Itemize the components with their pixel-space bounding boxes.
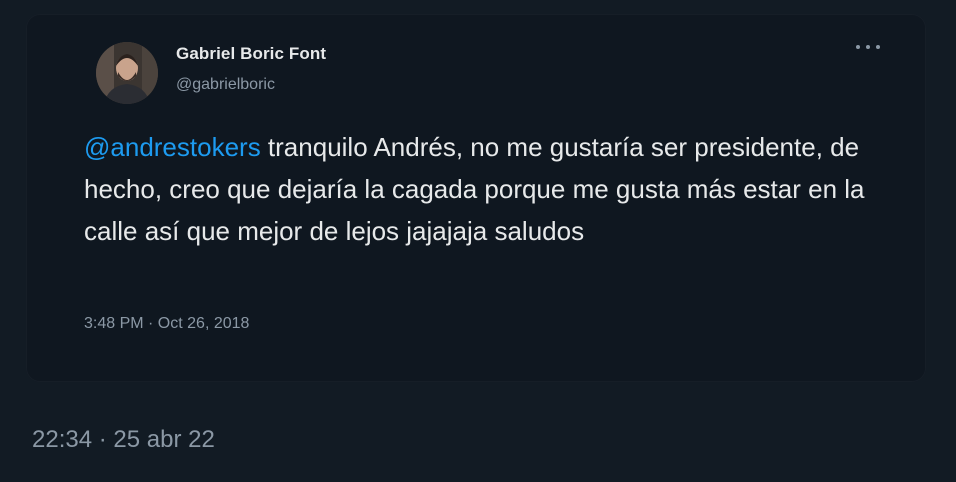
author-name[interactable]: Gabriel Boric Font [176, 44, 326, 64]
more-horizontal-icon[interactable] [856, 40, 880, 54]
more-dot [856, 45, 860, 49]
screenshot-timestamp: 22:34 · 25 abr 22 [32, 426, 215, 453]
avatar[interactable] [96, 42, 158, 104]
author-handle[interactable]: @gabrielboric [176, 76, 275, 94]
avatar-portrait [96, 42, 158, 104]
screenshot-page: Gabriel Boric Font @gabrielboric @andres… [0, 0, 956, 482]
more-dot [866, 45, 870, 49]
mention-link[interactable]: @andrestokers [84, 132, 261, 162]
more-dot [876, 45, 880, 49]
tweet-timestamp[interactable]: 3:48 PM · Oct 26, 2018 [84, 315, 249, 333]
tweet-text: @andrestokers tranquilo Andrés, no me gu… [84, 126, 884, 252]
